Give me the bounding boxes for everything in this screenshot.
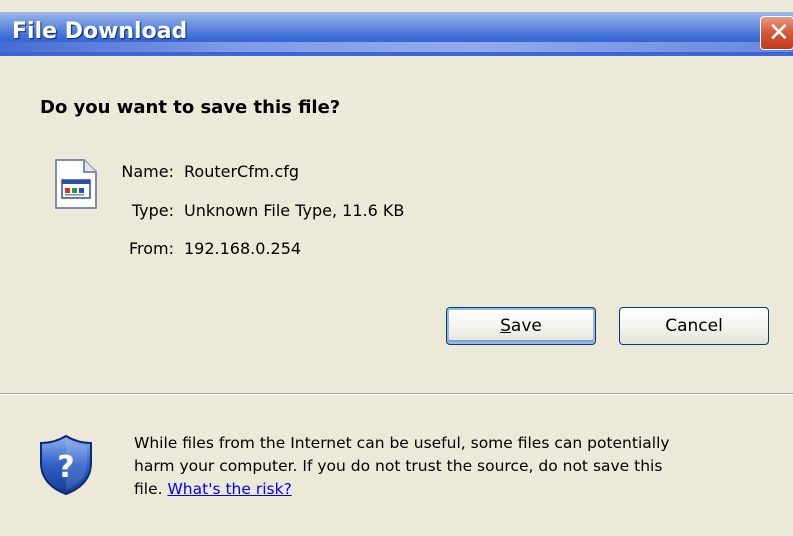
whats-the-risk-link[interactable]: What's the risk? (167, 480, 291, 498)
warning-line-2: harm your computer. If you do not trust … (134, 457, 663, 475)
file-name-value: RouterCfm.cfg (184, 162, 300, 181)
security-warning-text: While files from the Internet can be use… (134, 432, 784, 501)
warning-line-1: While files from the Internet can be use… (134, 434, 670, 452)
window-title: File Download (12, 19, 188, 44)
svg-text:?: ? (57, 450, 74, 485)
close-button[interactable]: ✕ (760, 16, 793, 50)
warning-line-3: file. What's the risk? (134, 478, 784, 501)
file-type-value: Unknown File Type, 11.6 KB (184, 201, 405, 220)
cancel-button[interactable]: Cancel (619, 307, 769, 345)
file-type-label: Type: (131, 201, 174, 220)
file-name-label: Name: (121, 162, 174, 181)
save-accel-key: S (500, 316, 511, 336)
save-label: ave (510, 316, 542, 336)
dialog-question: Do you want to save this file? (40, 97, 341, 118)
close-icon: ✕ (768, 18, 790, 48)
file-download-dialog: File Download ✕ Do you want to save this… (0, 0, 793, 536)
save-button[interactable]: Save (446, 307, 596, 345)
file-from-label: From: (128, 239, 174, 258)
file-from-value: 192.168.0.254 (184, 239, 302, 258)
warning-line-3-prefix: file. (134, 480, 163, 498)
shield-question-icon: ? (40, 434, 92, 496)
